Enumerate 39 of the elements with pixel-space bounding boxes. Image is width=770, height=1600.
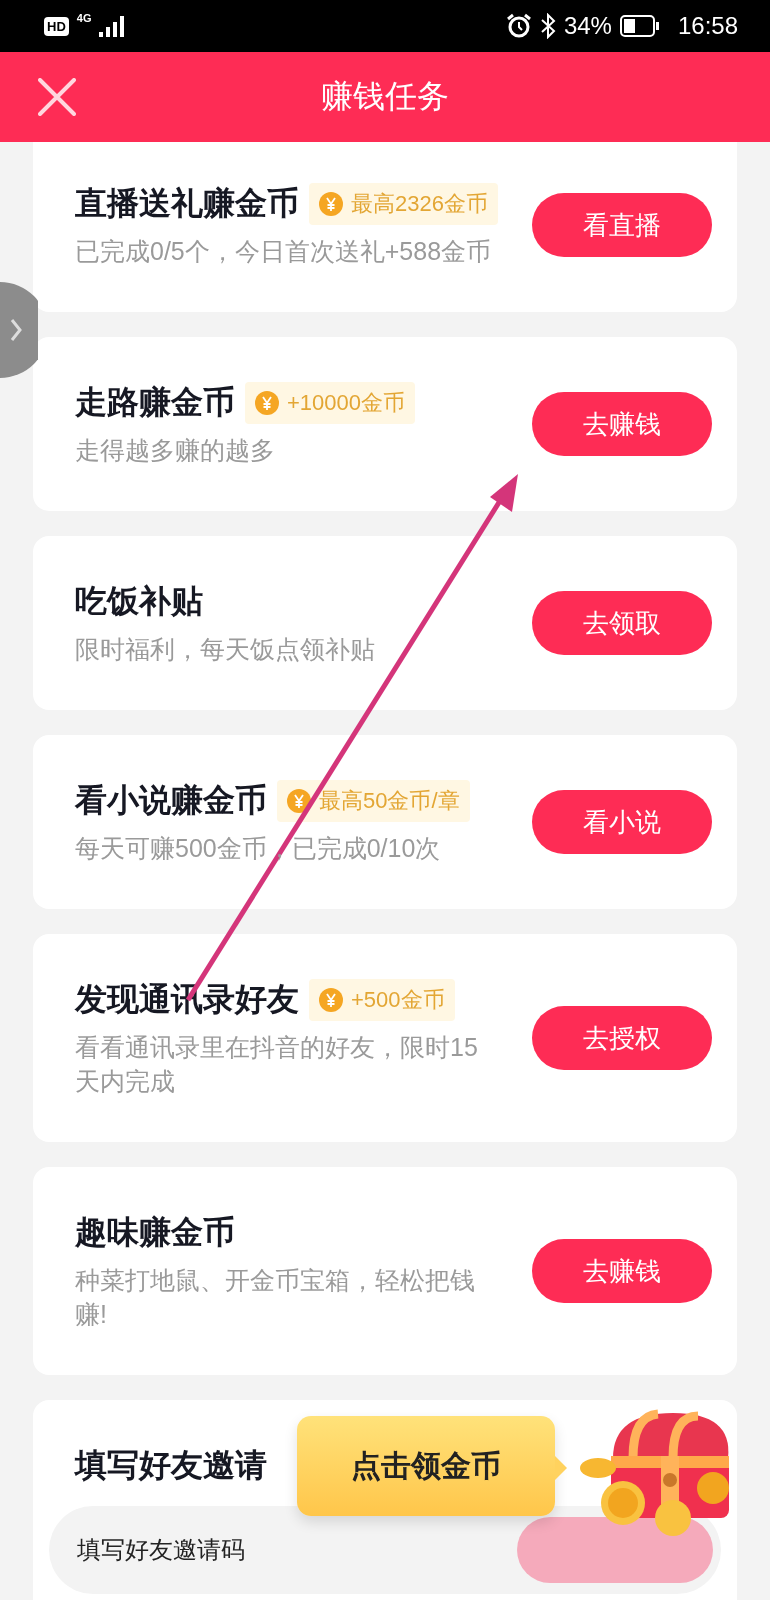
task-title: 吃饭补贴 [75, 582, 203, 621]
coin-icon [287, 789, 311, 813]
battery-percent: 34% [563, 12, 612, 40]
task-description: 限时福利，每天饭点领补贴 [75, 634, 376, 665]
task-description: 看看通讯录里在抖音的好友，限时15天内完成 [75, 1032, 479, 1097]
task-description: 已完成0/5个，今日首次送礼+588金币 [75, 236, 493, 267]
task-description: 种菜打地鼠、开金币宝箱，轻松把钱赚! [75, 1265, 476, 1330]
task-button[interactable]: 看直播 [532, 193, 712, 257]
task-button[interactable]: 去授权 [532, 1006, 712, 1070]
clock-time: 16:58 [677, 12, 738, 40]
coin-icon [319, 192, 343, 216]
battery-icon [619, 15, 660, 37]
hd-icon: HD [44, 16, 69, 36]
invite-code-field[interactable]: 填写好友邀请码 [75, 1535, 517, 1565]
task-title: 看小说赚金币 [75, 781, 267, 820]
reward-text: 最高2326金币 [351, 190, 488, 218]
task-title: 趣味赚金币 [75, 1213, 235, 1252]
alarm-icon [505, 13, 532, 39]
page-title: 赚钱任务 [321, 77, 449, 116]
task-button[interactable]: 去领取 [532, 591, 712, 655]
close-icon[interactable] [38, 78, 76, 116]
coin-icon [319, 988, 343, 1012]
task-title: 直播送礼赚金币 [75, 184, 299, 223]
task-description: 走得越多赚的越多 [75, 435, 276, 466]
bluetooth-icon [539, 13, 556, 39]
task-button[interactable]: 去赚钱 [532, 1239, 712, 1303]
reward-text: 最高50金币/章 [319, 787, 460, 815]
network-label: 4G [76, 12, 92, 24]
tooltip-pointer-icon [555, 1456, 569, 1480]
expand-handle[interactable] [0, 282, 38, 378]
reward-text: +10000金币 [287, 389, 406, 417]
task-description: 每天可赚500金币，已完成0/10次 [75, 833, 442, 864]
task-button[interactable]: 看小说 [532, 790, 712, 854]
coin-icon [255, 391, 279, 415]
task-title: 填写好友邀请 [75, 1446, 267, 1485]
task-title: 走路赚金币 [75, 383, 235, 422]
reward-text: +500金币 [351, 986, 445, 1014]
task-button[interactable]: 去赚钱 [532, 392, 712, 456]
tooltip[interactable]: 点击领金币 [297, 1416, 555, 1516]
